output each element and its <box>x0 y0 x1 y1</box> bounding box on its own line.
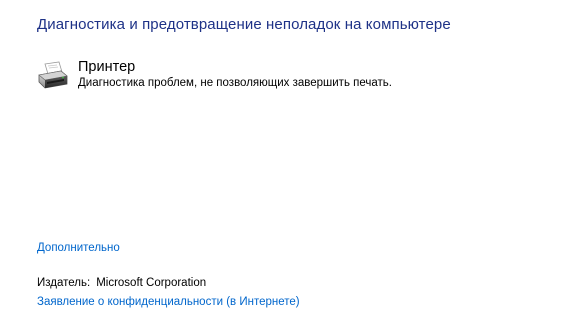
privacy-statement-link[interactable]: Заявление о конфиденциальности (в Интерн… <box>37 296 300 308</box>
publisher-label: Издатель: <box>37 277 91 289</box>
publisher-value: Microsoft Corporation <box>96 277 207 289</box>
troubleshooter-item-printer[interactable]: Принтер Диагностика проблем, не позволяю… <box>37 58 392 92</box>
printer-icon <box>37 60 69 92</box>
publisher-info: Издатель: Microsoft Corporation <box>37 277 206 289</box>
troubleshooter-window: Диагностика и предотвращение неполадок н… <box>0 0 569 331</box>
troubleshooter-title: Принтер <box>78 59 136 75</box>
advanced-link[interactable]: Дополнительно <box>37 242 120 254</box>
page-title: Диагностика и предотвращение неполадок н… <box>37 16 451 33</box>
troubleshooter-description: Диагностика проблем, не позволяющих заве… <box>78 77 392 89</box>
